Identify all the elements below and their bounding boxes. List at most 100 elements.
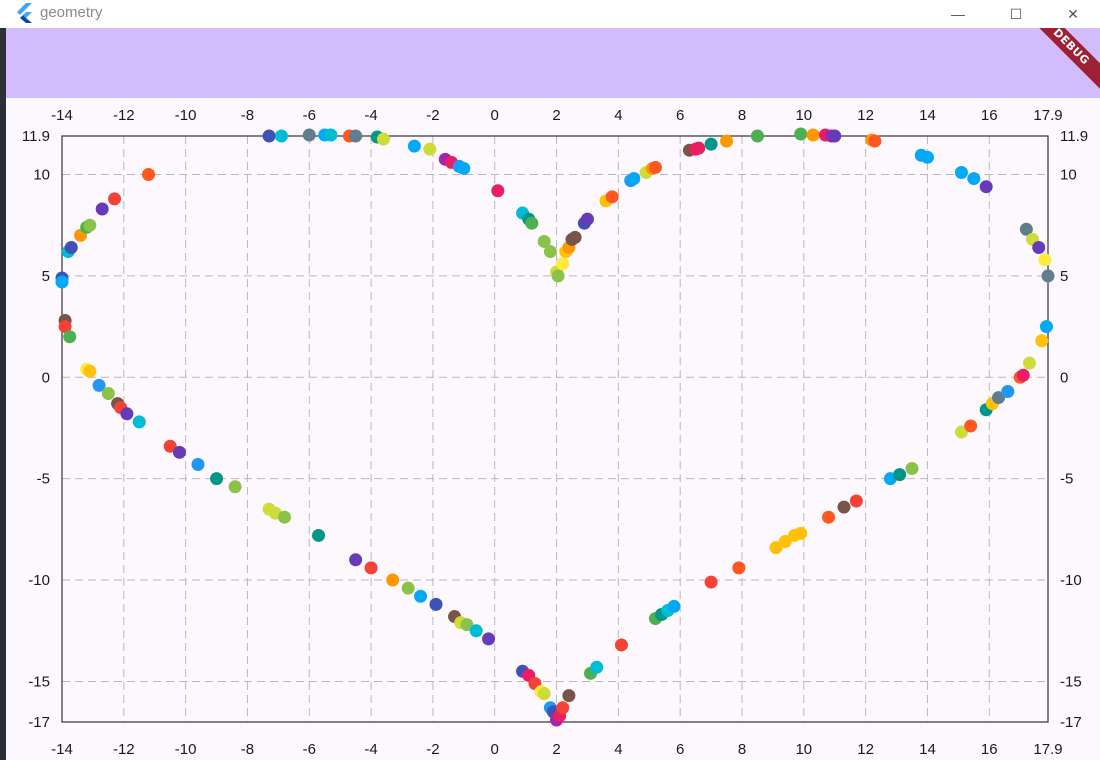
x-tick-label-bottom: -2 bbox=[426, 741, 439, 758]
data-point bbox=[386, 573, 400, 587]
close-icon: ✕ bbox=[1067, 5, 1079, 22]
y-tick-label-left: -10 bbox=[28, 572, 50, 589]
data-point bbox=[967, 172, 981, 186]
data-point bbox=[568, 230, 582, 244]
x-tick-label-top: 0 bbox=[491, 107, 499, 124]
y-tick-label-right: -5 bbox=[1060, 471, 1073, 488]
data-point bbox=[423, 142, 437, 156]
data-point bbox=[1039, 320, 1053, 334]
data-point bbox=[491, 184, 505, 198]
maximize-button[interactable]: ☐ bbox=[993, 0, 1039, 28]
data-point bbox=[1032, 241, 1046, 255]
x-tick-label-top: -4 bbox=[364, 107, 377, 124]
data-point bbox=[954, 165, 968, 179]
x-tick-label-top: -12 bbox=[113, 107, 135, 124]
data-point bbox=[191, 457, 205, 471]
y-tick-label-left: -17 bbox=[28, 714, 50, 731]
data-point bbox=[704, 575, 718, 589]
data-point bbox=[828, 129, 842, 143]
debug-banner: DEBUG bbox=[1025, 28, 1100, 93]
x-tick-label-top: 6 bbox=[676, 107, 684, 124]
data-point bbox=[324, 128, 338, 142]
y-tick-label-left: 5 bbox=[42, 268, 50, 285]
x-tick-label-bottom: 14 bbox=[919, 741, 936, 758]
data-point bbox=[407, 139, 421, 153]
flutter-logo-icon bbox=[16, 3, 34, 23]
data-point bbox=[210, 472, 224, 486]
x-tick-label-bottom: -6 bbox=[303, 741, 316, 758]
data-point bbox=[401, 581, 415, 595]
minimize-button[interactable]: — bbox=[935, 0, 981, 28]
data-point bbox=[142, 168, 156, 182]
x-tick-label-top: 12 bbox=[857, 107, 874, 124]
data-point bbox=[543, 245, 557, 259]
y-tick-label-left: -5 bbox=[37, 471, 50, 488]
y-tick-label-left: 11.9 bbox=[22, 128, 50, 145]
data-point bbox=[262, 129, 276, 143]
x-tick-label-bottom: 10 bbox=[795, 741, 812, 758]
x-tick-label-top: 14 bbox=[919, 107, 936, 124]
data-point bbox=[349, 553, 363, 567]
x-tick-label-top: -10 bbox=[175, 107, 197, 124]
x-tick-label-top: 17.9 bbox=[1033, 107, 1062, 124]
y-tick-label-left: -15 bbox=[28, 673, 50, 690]
data-point bbox=[692, 141, 706, 155]
data-point bbox=[1016, 368, 1030, 382]
data-point bbox=[302, 128, 316, 142]
data-point bbox=[55, 275, 69, 289]
data-point bbox=[868, 134, 882, 148]
app-bar: DEBUG bbox=[6, 28, 1100, 98]
x-tick-label-top: 2 bbox=[552, 107, 560, 124]
data-point bbox=[720, 134, 734, 148]
data-point bbox=[837, 500, 851, 514]
data-point bbox=[429, 597, 443, 611]
x-tick-label-top: 16 bbox=[981, 107, 998, 124]
data-point bbox=[556, 701, 570, 715]
maximize-icon: ☐ bbox=[1009, 5, 1023, 22]
data-point bbox=[537, 687, 551, 701]
data-point bbox=[1001, 384, 1015, 398]
close-button[interactable]: ✕ bbox=[1050, 0, 1096, 28]
y-tick-label-right: 11.9 bbox=[1060, 128, 1088, 145]
x-tick-label-bottom: -14 bbox=[51, 741, 73, 758]
title-bar: geometry — ☐ ✕ bbox=[0, 0, 1100, 28]
data-point bbox=[172, 445, 186, 459]
data-point bbox=[667, 599, 681, 613]
data-point bbox=[1035, 334, 1049, 348]
data-point bbox=[920, 150, 934, 164]
x-tick-label-bottom: -10 bbox=[175, 741, 197, 758]
data-point bbox=[794, 127, 808, 141]
data-point bbox=[349, 129, 363, 143]
data-point bbox=[274, 129, 288, 143]
y-tick-label-right: 0 bbox=[1060, 369, 1068, 386]
data-point bbox=[228, 480, 242, 494]
minimize-icon: — bbox=[951, 6, 965, 22]
y-tick-label-right: -15 bbox=[1060, 673, 1082, 690]
x-tick-label-bottom: 8 bbox=[738, 741, 746, 758]
data-point bbox=[648, 160, 662, 174]
data-point bbox=[414, 589, 428, 603]
x-tick-label-bottom: -8 bbox=[241, 741, 254, 758]
x-tick-label-bottom: -4 bbox=[364, 741, 377, 758]
data-point bbox=[822, 510, 836, 524]
x-tick-label-bottom: 16 bbox=[981, 741, 998, 758]
data-point bbox=[469, 624, 483, 638]
x-tick-label-top: 10 bbox=[795, 107, 812, 124]
data-point bbox=[614, 638, 628, 652]
x-tick-label-top: -2 bbox=[426, 107, 439, 124]
data-point bbox=[905, 462, 919, 476]
x-tick-label-top: 4 bbox=[614, 107, 622, 124]
data-point bbox=[893, 468, 907, 482]
data-point bbox=[732, 561, 746, 575]
data-point bbox=[83, 218, 97, 232]
tick-labels: -14 -14 -12 -12 -10 -10 -8 -8 -6 -6 -4 -4 -2 -2 0 0 2 2 4 4… bbox=[22, 107, 1088, 758]
y-tick-label-right: -10 bbox=[1060, 572, 1082, 589]
x-tick-label-bottom: 4 bbox=[614, 741, 622, 758]
data-point bbox=[750, 129, 764, 143]
plot-frame bbox=[61, 135, 1049, 723]
data-point bbox=[482, 632, 496, 646]
data-point bbox=[605, 190, 619, 204]
data-point bbox=[63, 330, 77, 344]
data-point bbox=[101, 387, 115, 401]
y-tick-label-right: 5 bbox=[1060, 268, 1068, 285]
